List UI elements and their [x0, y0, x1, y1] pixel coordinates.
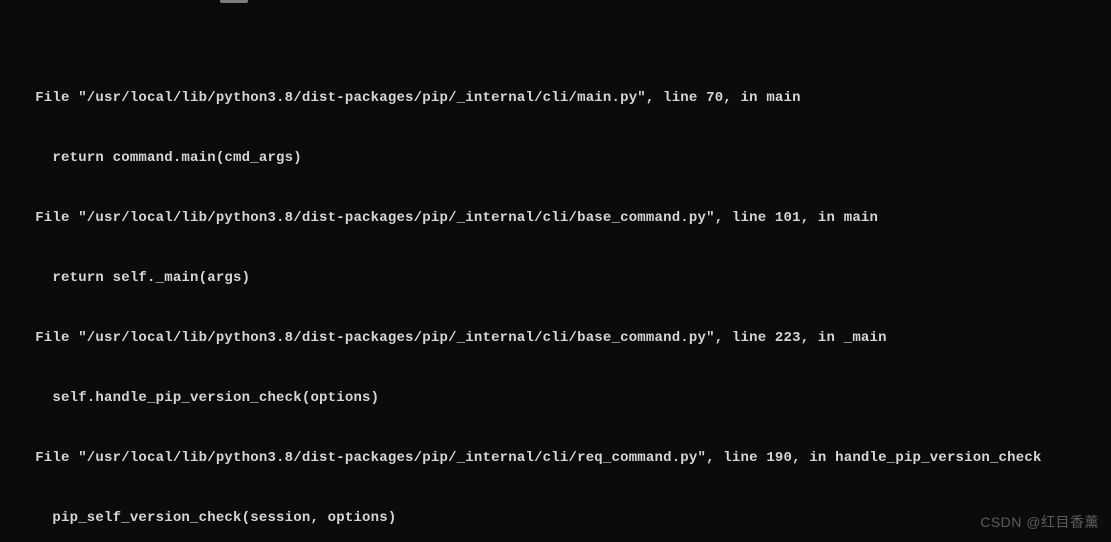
traceback-frame-code: pip_self_version_check(session, options) — [18, 508, 1111, 528]
traceback-frame-location: File "/usr/local/lib/python3.8/dist-pack… — [18, 88, 1111, 108]
traceback-frame-location: File "/usr/local/lib/python3.8/dist-pack… — [18, 448, 1111, 468]
traceback-frame-code: return command.main(cmd_args) — [18, 148, 1111, 168]
traceback-frame-code: return self._main(args) — [18, 268, 1111, 288]
traceback-frame-location: File "/usr/local/lib/python3.8/dist-pack… — [18, 208, 1111, 228]
traceback-frame-location: File "/usr/local/lib/python3.8/dist-pack… — [18, 328, 1111, 348]
traceback-frame-code: self.handle_pip_version_check(options) — [18, 388, 1111, 408]
terminal[interactable]: File "/usr/local/lib/python3.8/dist-pack… — [0, 0, 1111, 542]
pane-drag-handle[interactable] — [220, 0, 248, 3]
watermark: CSDN @红目香薰 — [980, 512, 1099, 532]
